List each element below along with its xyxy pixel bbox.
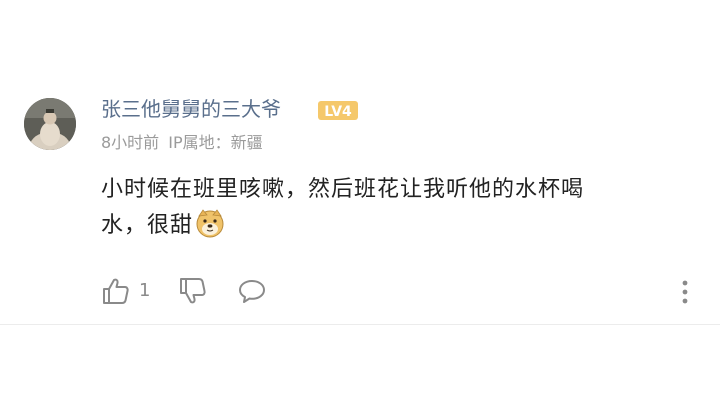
thumbs-down-icon[interactable]	[178, 276, 208, 306]
like-count: 1	[139, 280, 151, 301]
level-badge-text: LV4	[324, 104, 352, 120]
comment-meta: 8小时前 IP属地：新疆	[101, 132, 267, 154]
comment-text-line-2: 水，很甜	[101, 208, 681, 244]
vertical-dots-icon[interactable]	[676, 278, 694, 306]
comment-text-line-1: 小时候在班里咳嗽，然后班花让我听他的水杯喝	[101, 177, 585, 202]
avatar-image	[24, 98, 76, 150]
comment-bubble-icon[interactable]	[237, 276, 267, 306]
comment-text: 小时候在班里咳嗽，然后班花让我听他的水杯喝 水，很甜	[101, 172, 681, 244]
thumbs-up-icon[interactable]	[101, 276, 131, 306]
comment-time: 8小时前	[101, 133, 160, 152]
comment-ip-location: IP属地：新疆	[168, 133, 263, 152]
level-badge: LV4	[318, 101, 358, 120]
divider	[0, 324, 720, 325]
comment-text-line-2-text: 水，很甜	[101, 213, 194, 238]
comment-page: 张三他舅舅的三大爷 LV4 8小时前 IP属地：新疆 小时候在班里咳嗽，然后班花…	[0, 0, 720, 405]
avatar[interactable]	[24, 98, 76, 150]
doge-emoji-icon	[196, 209, 224, 238]
username[interactable]: 张三他舅舅的三大爷	[101, 95, 281, 123]
